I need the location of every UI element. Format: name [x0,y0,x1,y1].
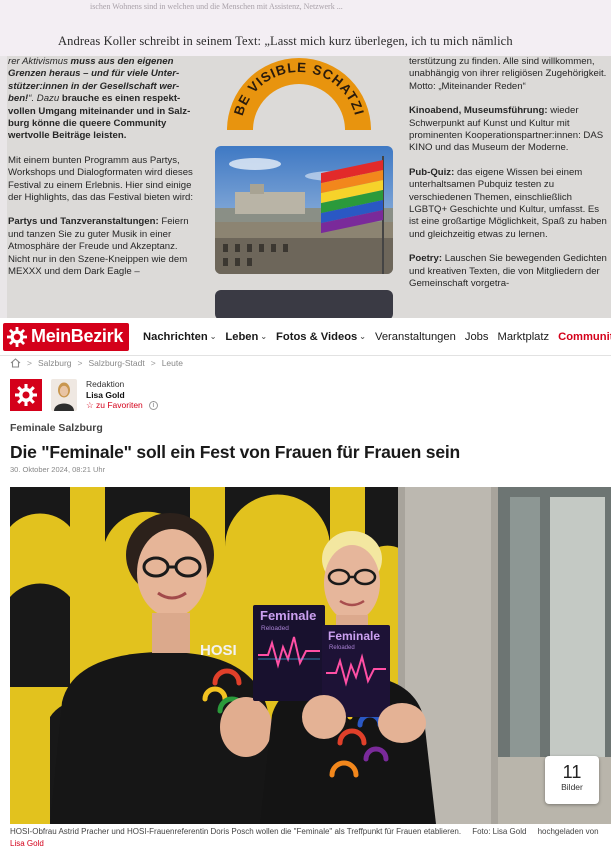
meinbezirk-logo[interactable]: MeinBezirk [3,322,130,351]
scan-text-run: Kinoabend, Museumsführung: [409,105,551,117]
shirt-text-left: HOSI [200,642,237,659]
nav-item-label: Leben [225,330,259,343]
chevron-down-icon: ⌄ [260,332,268,341]
svg-text:Reloaded: Reloaded [261,625,289,632]
scan-quote-line: Andreas Koller schreibt in seinem Text: … [58,34,513,48]
chevron-down-icon: ⌄ [209,332,217,341]
home-icon[interactable] [10,358,21,368]
article-headline: Die "Feminale" soll ein Fest von Frauen … [10,442,461,462]
nav-item-jobs[interactable]: Jobs [465,331,489,343]
breadcrumb-item-salzburg-stadt[interactable]: Salzburg-Stadt [89,358,145,368]
scan-paragraph: rer Aktivismus muss aus den eigenen Gren… [8,56,198,143]
scan-paragraph: Poetry: Lauschen Sie bewegenden Gedichte… [409,253,609,290]
breadcrumb-separator: > [27,358,32,368]
logo-burst-icon [15,384,37,406]
scan-text-run: Pub-Quiz: [409,166,457,178]
scan-text-run: terstützung zu finden. Alle sind willkom… [409,56,607,92]
image-caption: HOSI-Obfrau Astrid Pracher und HOSI-Frau… [10,826,606,849]
caption-text: HOSI-Obfrau Astrid Pracher und HOSI-Frau… [10,827,462,836]
nav-item-label: Jobs [464,330,489,343]
top-navigation: MeinBezirk Nachrichten ⌄ Leben ⌄ Fotos & Vid… [0,318,611,356]
nav-item-veranstaltungen[interactable]: Veranstaltungen [375,331,456,343]
chevron-down-icon: ⌄ [359,332,366,341]
scan-paragraph: Pub-Quiz: das eigene Wissen bei ei­nem u… [409,167,609,241]
photo-credit: Foto: Lisa Gold [472,827,527,836]
breadcrumb: > Salzburg > Salzburg-Stadt > Leute [10,356,183,370]
nav-item-label: Community [558,330,611,343]
author-avatar[interactable] [51,379,77,411]
scan-page: rer Aktivismus muss aus den eigenen Gren… [7,56,611,318]
svg-text:Feminale: Feminale [260,608,316,623]
redaktion-logo[interactable] [10,379,42,411]
nav-item-label: Veranstaltungen [374,330,456,343]
scan-paragraph: Kinoabend, Museumsführung: wieder Schwer… [409,105,609,155]
breadcrumb-item-leute[interactable]: Leute [162,358,183,368]
scan-text-run: “. Dazu [28,93,62,105]
nav-item-fotos-videos[interactable]: Fotos & Videos ⌄ [276,331,366,343]
scan-paragraph: terstützung zu finden. Alle sind willkom… [409,56,609,93]
uploaded-by-label: hochgeladen von [537,827,599,836]
magazine-scan: ischen Wohnens sind in welchen und die M… [0,0,611,318]
scan-paragraph: Mit einem bunten Programm aus Par­tys, W… [8,155,198,205]
breadcrumb-item-salzburg[interactable]: Salzburg [38,358,72,368]
scan-header: ischen Wohnens sind in welchen und die M… [0,0,611,56]
author-name[interactable]: Lisa Gold [86,390,158,401]
breadcrumb-separator: > [77,358,83,368]
hero-image[interactable]: HOSI Feminale Reloaded Feminale Reloaded… [10,487,611,824]
scan-text-run: Poetry: [409,253,445,265]
logo-burst-icon [7,326,27,347]
scan-text-run: Mit einem bunten Programm aus Par­tys, W… [8,154,194,204]
feminale-flyer-left: Feminale Reloaded [253,605,325,701]
author-meta: Redaktion Lisa Gold ☆ zu Favoriten i [86,379,158,411]
svg-text:Reloaded: Reloaded [329,645,355,651]
nav-item-label: Marktplatz [497,330,550,343]
scan-faded-text: ischen Wohnens sind in welchen und die M… [90,2,343,11]
breadcrumb-separator: > [150,358,156,368]
favorite-link[interactable]: zu Favoriten [96,400,143,411]
nav-item-marktplatz[interactable]: Marktplatz [498,331,550,343]
scan-small-photo [215,290,393,318]
nav-item-community[interactable]: Community⌄ [558,331,611,343]
nav-item-label: Nachrichten [143,330,208,343]
nav-item-label: Fotos & Videos [276,330,358,343]
scan-right-column: terstützung zu finden. Alle sind willkom… [409,56,609,303]
scan-text-run: Partys und Tanzveranstaltungen: [8,216,162,228]
scan-middle-column: BE VISIBLE SCHATZI [207,56,403,318]
scan-paragraph: Partys und Tanzveranstaltungen: Feiern u… [8,216,198,278]
gallery-button[interactable]: 11 Bilder [545,756,599,804]
gallery-count: 11 [562,762,582,782]
svg-text:Feminale: Feminale [328,629,380,643]
nav-menu: Nachrichten ⌄ Leben ⌄ Fotos & Videos ⌄ Veranst… [143,331,611,343]
article-date: 30. Oktober 2024, 08:21 Uhr [10,465,106,474]
nav-item-leben[interactable]: Leben ⌄ [225,331,267,343]
article-tag[interactable]: Feminale Salzburg [10,422,103,434]
uploader-link[interactable]: Lisa Gold [10,839,44,848]
author-box: Redaktion Lisa Gold ☆ zu Favoriten i [10,377,158,413]
gallery-label: Bilder [561,782,583,792]
favorite-row: ☆ zu Favoriten i [86,400,158,411]
star-icon[interactable]: ☆ [86,400,94,411]
scan-left-column: rer Aktivismus muss aus den eigenen Gren… [8,56,198,291]
scan-text-run: rer Aktivismus [8,56,71,67]
logo-text: MeinBezirk [31,326,124,346]
author-role: Redaktion [86,379,125,390]
info-icon[interactable]: i [148,401,158,410]
be-visible-badge: BE VISIBLE SCHATZI [227,58,371,130]
nav-item-nachrichten[interactable]: Nachrichten ⌄ [143,331,216,343]
hero-photo: HOSI Feminale Reloaded Feminale Reloaded [10,487,611,824]
salzburg-flag-photo [215,146,393,274]
